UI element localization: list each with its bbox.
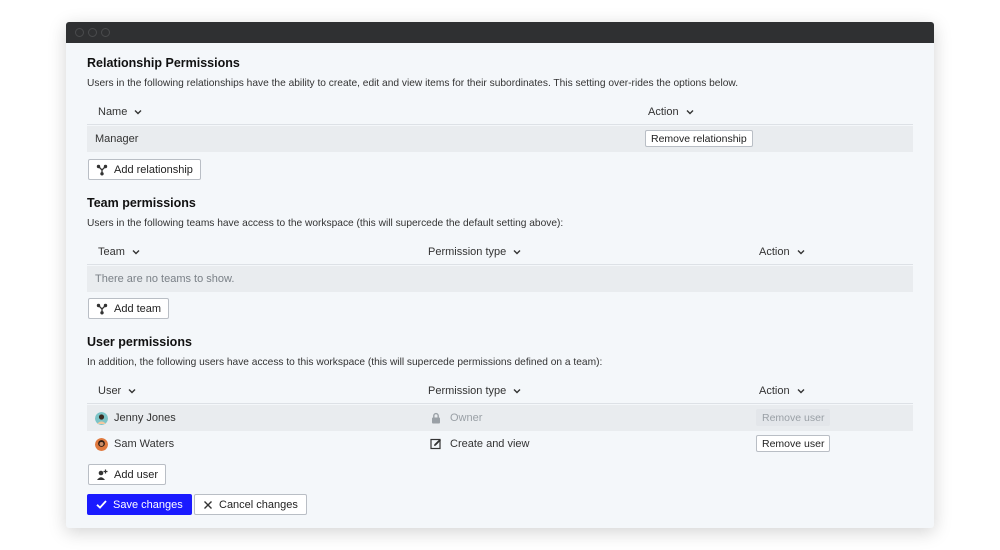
column-header-permission-type[interactable]: Permission type: [428, 385, 522, 397]
edit-icon: [430, 438, 441, 450]
save-changes-button[interactable]: Save changes: [87, 494, 192, 515]
add-relationship-button[interactable]: Add relationship: [88, 159, 201, 180]
column-header-name-label: Name: [98, 106, 128, 118]
column-header-team[interactable]: Team: [98, 246, 141, 258]
chevron-down-icon: [513, 389, 521, 394]
permission-label: Create and view: [450, 438, 530, 450]
team-section-title: Team permissions: [87, 196, 196, 210]
check-icon: [96, 500, 107, 509]
column-header-team-label: Team: [98, 246, 125, 258]
window-titlebar: [66, 22, 934, 43]
relationship-description: Users in the following relationships hav…: [87, 78, 739, 89]
permission-label: Owner: [450, 412, 483, 424]
user-cell: Jenny Jones: [95, 405, 176, 431]
column-header-action[interactable]: Action: [759, 385, 806, 397]
chevron-down-icon: [132, 250, 140, 255]
add-team-label: Add team: [114, 302, 162, 315]
user-section-title: User permissions: [87, 335, 192, 349]
column-header-action-label: Action: [759, 246, 790, 258]
user-name: Sam Waters: [114, 438, 175, 450]
team-description: Users in the following teams have access…: [87, 218, 564, 229]
column-header-action[interactable]: Action: [648, 106, 695, 118]
relationship-table-header: Name Action: [87, 98, 913, 125]
save-changes-label: Save changes: [113, 498, 183, 511]
column-header-permission-type[interactable]: Permission type: [428, 246, 522, 258]
table-row: Sam Waters Create and view Remove user: [87, 431, 913, 457]
column-header-action[interactable]: Action: [759, 246, 806, 258]
avatar: [95, 437, 108, 451]
empty-team-row: There are no teams to show.: [87, 266, 913, 292]
maximize-window-dot[interactable]: [101, 28, 110, 37]
relationship-section-title: Relationship Permissions: [87, 56, 240, 70]
column-header-name[interactable]: Name: [98, 106, 143, 118]
add-user-button[interactable]: Add user: [88, 464, 167, 485]
minimize-window-dot[interactable]: [88, 28, 97, 37]
chevron-down-icon: [797, 250, 805, 255]
cancel-changes-button[interactable]: Cancel changes: [194, 494, 307, 515]
add-team-button[interactable]: Add team: [88, 298, 170, 319]
remove-user-button: Remove user: [756, 409, 831, 426]
chevron-down-icon: [797, 389, 805, 394]
close-window-dot[interactable]: [75, 28, 84, 37]
column-header-permission-label: Permission type: [428, 246, 507, 258]
table-row: Jenny Jones Owner Remove user: [87, 405, 913, 431]
user-table-header: User Permission type Action: [87, 377, 913, 404]
relationship-name: Manager: [95, 133, 139, 145]
team-icon: [96, 303, 108, 314]
column-header-action-label: Action: [759, 385, 790, 397]
add-relationship-label: Add relationship: [114, 163, 193, 176]
team-table-header: Team Permission type Action: [87, 238, 913, 265]
chevron-down-icon: [128, 389, 136, 394]
column-header-user[interactable]: User: [98, 385, 137, 397]
relationship-icon: [96, 164, 108, 175]
user-cell: Sam Waters: [95, 431, 174, 457]
chevron-down-icon: [686, 110, 694, 115]
column-header-action-label: Action: [648, 106, 679, 118]
avatar: [95, 411, 108, 425]
chevron-down-icon: [134, 110, 142, 115]
empty-state-text: There are no teams to show.: [95, 273, 235, 285]
column-header-user-label: User: [98, 385, 122, 397]
add-user-icon: [97, 469, 108, 480]
add-user-label: Add user: [114, 468, 159, 481]
lock-icon: [432, 412, 440, 424]
close-icon: [204, 500, 212, 509]
permission-cell: Owner: [430, 405, 482, 431]
user-name: Jenny Jones: [114, 412, 176, 424]
app-window: Relationship Permissions Users in the fo…: [66, 22, 934, 528]
remove-relationship-button[interactable]: Remove relationship: [645, 130, 753, 147]
column-header-permission-label: Permission type: [428, 385, 507, 397]
permission-cell: Create and view: [430, 431, 530, 457]
chevron-down-icon: [513, 250, 521, 255]
remove-user-button[interactable]: Remove user: [756, 435, 831, 452]
cancel-changes-label: Cancel changes: [219, 498, 298, 511]
user-description: In addition, the following users have ac…: [87, 357, 603, 368]
table-row: Manager Remove relationship: [87, 126, 913, 152]
